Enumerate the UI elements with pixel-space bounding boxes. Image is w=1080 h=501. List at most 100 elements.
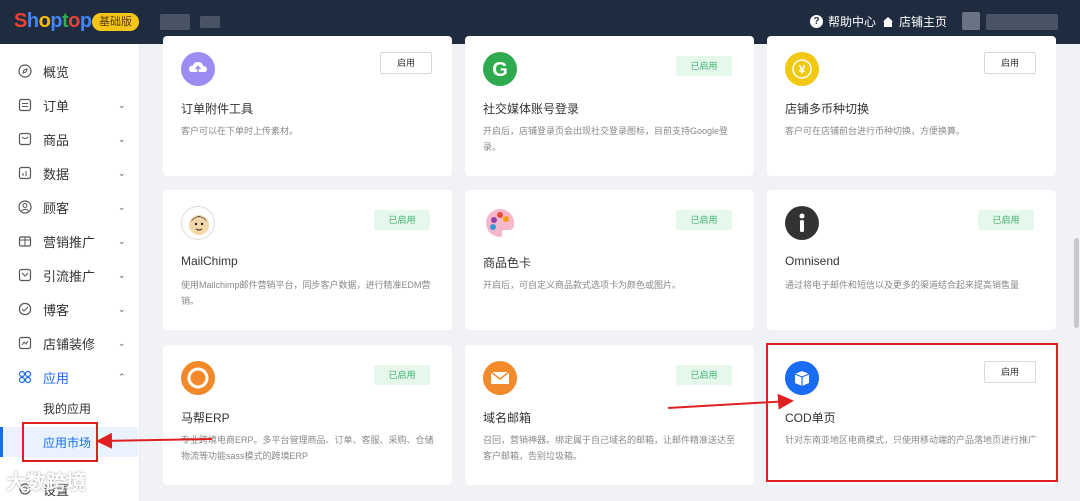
mailchimp-icon [181,206,215,240]
enabled-tag: 已启用 [374,210,430,230]
chevron-down-icon: ⌄ [118,201,126,212]
sidebar-item-label: 博客 [43,302,70,318]
sidebar-item-label: 顾客 [43,200,70,216]
sidebar-item-label: 概览 [43,64,70,80]
apps-icon [18,370,32,384]
sidebar-item-label: 应用 [43,370,70,386]
omnisend-icon [785,206,819,240]
google-icon: G [483,52,517,86]
chevron-down-icon: ⌄ [118,235,126,246]
sidebar-item-customers[interactable]: 顾客 ⌄ [0,191,140,223]
chart-icon [18,166,32,180]
app-card-mailchimp[interactable]: MailChimp 使用Mailchimp邮件营销平台，同步客户数据，进行精准E… [163,190,452,330]
enabled-tag: 已启用 [978,210,1034,230]
logo-letter: p [50,10,62,32]
avatar[interactable] [962,12,980,30]
user-icon [18,200,32,214]
decoration-icon [18,336,32,350]
sidebar-item-blog[interactable]: 博客 ⌄ [0,293,140,325]
order-icon [18,98,32,112]
sidebar-subitem-my-apps[interactable]: 我的应用 [0,393,138,423]
app-card-mabang-erp[interactable]: 马帮ERP 专业跨境电商ERP。多平台管理商品、订单、客服、采购、仓储物流等功能… [163,345,452,485]
chevron-down-icon: ⌄ [118,99,126,110]
chevron-down-icon: ⌄ [118,337,126,348]
help-center-link[interactable]: ? 帮助中心 [810,13,876,30]
username-blurred[interactable] [986,14,1058,30]
store-name-blurred-2 [200,16,220,28]
svg-text:G: G [492,59,508,81]
home-icon [883,16,893,27]
app-title: 马帮ERP [181,411,230,425]
app-card-domain-email[interactable]: 域名邮箱 召回，营销神器。绑定属于自己域名的邮箱，让邮件精准送达至客户邮箱，告别… [465,345,754,485]
app-description: 召回，营销神器。绑定属于自己域名的邮箱，让邮件精准送达至客户邮箱，告别垃圾箱。 [483,435,736,461]
question-icon: ? [810,15,823,28]
svg-text:¥: ¥ [799,63,806,77]
logo-letter: S [14,10,27,32]
sidebar-item-traffic[interactable]: 引流推广 ⌄ [0,259,140,291]
app-card-order-attachment[interactable]: 订单附件工具 客户可以在下单时上传素材。 启用 [163,36,452,176]
store-label: 店铺主页 [899,15,948,29]
product-icon [18,132,32,146]
watermark: 大数跨境 [6,472,86,494]
store-name-blurred[interactable] [160,14,190,30]
compass-icon [18,64,32,78]
upload-icon [181,52,215,86]
sidebar-item-products[interactable]: 商品 ⌄ [0,123,140,155]
traffic-icon [18,268,32,282]
app-description: 专业跨境电商ERP。多平台管理商品、订单、客服、采购、仓储物流等功能sass模式… [181,435,434,461]
help-label: 帮助中心 [828,15,877,29]
app-title: 域名邮箱 [483,411,532,425]
highlight-box-cod [766,343,1058,482]
mabang-icon [181,361,215,395]
logo-letter: p [79,10,92,32]
sidebar-item-label: 店铺装修 [43,336,96,352]
app-card-multi-currency[interactable]: ¥ 店铺多币种切换 客户可在店铺前台进行币种切换，方便换算。 启用 [767,36,1056,176]
sidebar-item-label: 营销推广 [43,234,96,250]
app-title: Omnisend [785,254,840,268]
sidebar-item-data[interactable]: 数据 ⌄ [0,157,140,189]
blog-icon [18,302,32,316]
app-description: 客户可在店铺前台进行币种切换，方便换算。 [785,126,966,136]
highlight-box-app-market [22,422,98,462]
sidebar-item-label: 订单 [43,98,70,114]
enable-button[interactable]: 启用 [380,52,432,74]
app-title: MailChimp [181,254,238,268]
sidebar-item-label: 数据 [43,166,70,182]
app-title: 社交媒体账号登录 [483,102,580,116]
mail-icon [483,361,517,395]
chevron-down-icon: ⌄ [118,303,126,314]
enabled-tag: 已启用 [374,365,430,385]
chevron-up-icon: ⌃ [118,371,126,382]
sidebar-item-label: 商品 [43,132,70,148]
sidebar-item-overview[interactable]: 概览 [0,55,140,87]
enabled-tag: 已启用 [676,210,732,230]
sidebar-item-label: 引流推广 [43,268,96,284]
sidebar-item-orders[interactable]: 订单 ⌄ [0,89,140,121]
enable-button[interactable]: 启用 [984,52,1036,74]
app-description: 开启后，店铺登录页会出现社交登录图标，目前支持Google登录。 [483,126,729,152]
chevron-down-icon: ⌄ [118,133,126,144]
enabled-tag: 已启用 [676,56,732,76]
chevron-down-icon: ⌄ [118,167,126,178]
app-title: 店铺多币种切换 [785,102,870,116]
app-card-social-login[interactable]: G 社交媒体账号登录 开启后，店铺登录页会出现社交登录图标，目前支持Google… [465,36,754,176]
app-title: 商品色卡 [483,256,532,270]
app-description: 通过将电子邮件和短信以及更多的渠道结合起来提高销售量 [785,280,1020,290]
plan-badge: 基础版 [92,13,139,31]
logo-letter: h [26,10,39,32]
app-description: 使用Mailchimp邮件营销平台，同步客户数据，进行精准EDM营销。 [181,280,431,306]
chevron-down-icon: ⌄ [118,269,126,280]
sidebar-item-apps[interactable]: 应用 ⌃ [0,361,140,393]
currency-icon: ¥ [785,52,819,86]
app-card-color-swatch[interactable]: 商品色卡 开启后，可自定义商品款式选项卡为颜色或图片。 已启用 [465,190,754,330]
app-description: 客户可以在下单时上传素材。 [181,126,299,136]
enabled-tag: 已启用 [676,365,732,385]
sidebar-item-marketing[interactable]: 营销推广 ⌄ [0,225,140,257]
scrollbar-thumb[interactable] [1074,238,1079,328]
palette-icon [483,206,517,240]
app-card-omnisend[interactable]: Omnisend 通过将电子邮件和短信以及更多的渠道结合起来提高销售量 已启用 [767,190,1056,330]
shoptop-logo[interactable]: Shoptop [14,10,92,33]
store-home-link[interactable]: 店铺主页 [882,13,947,30]
logo-letter: o [38,10,51,32]
sidebar-item-decoration[interactable]: 店铺装修 ⌄ [0,327,140,359]
